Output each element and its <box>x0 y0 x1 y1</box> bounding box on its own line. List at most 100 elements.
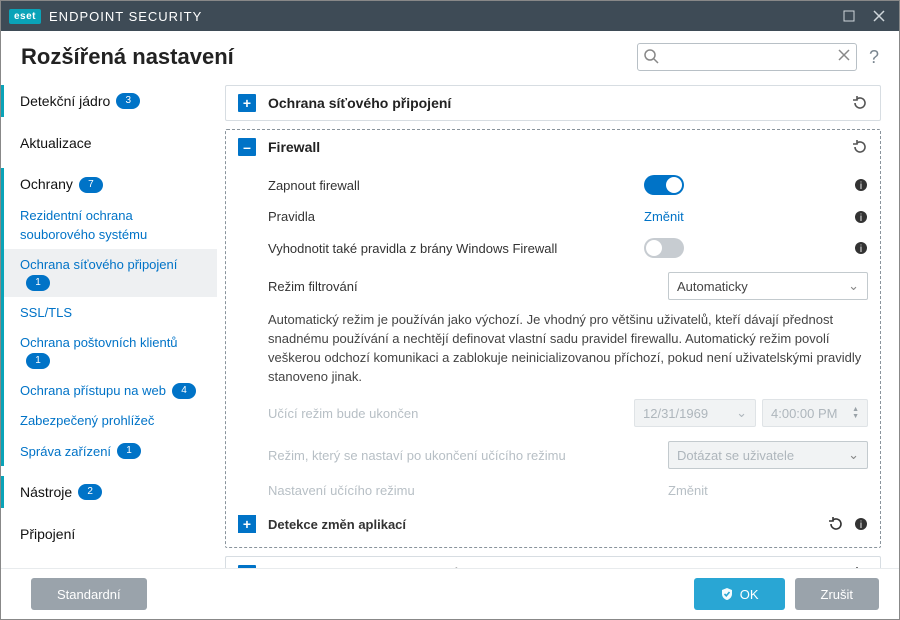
sidebar-item-label: Ochrana síťového připojení <box>20 257 177 272</box>
reset-icon[interactable] <box>852 566 868 568</box>
learning-end-time: 4:00:00 PM ▲▼ <box>762 399 868 427</box>
select-value: Automaticky <box>677 279 748 294</box>
label: Učící režim bude ukončen <box>268 406 634 421</box>
svg-text:i: i <box>860 213 862 224</box>
subpanel-title: Detekce změn aplikací <box>268 517 828 532</box>
learning-end-date: 12/31/1969 ⌄ <box>634 399 756 427</box>
cancel-button[interactable]: Zrušit <box>795 578 880 610</box>
collapse-icon: – <box>238 138 256 156</box>
panel-title: Ochrana proti síťovým útokům <box>268 566 842 568</box>
panel-header[interactable]: – Firewall <box>226 130 880 164</box>
spinner-icon: ▲▼ <box>852 406 859 420</box>
brand-logo: eset <box>9 9 41 24</box>
info-icon[interactable]: i <box>854 517 868 531</box>
panel-network-protection: + Ochrana síťového připojení <box>225 85 881 121</box>
panel-header[interactable]: + Ochrana síťového připojení <box>226 86 880 120</box>
sidebar-item-ssltls[interactable]: SSL/TLS <box>1 297 217 327</box>
filter-mode-description: Automatický režim je používán jako výcho… <box>268 307 868 392</box>
page-title: Rozšířená nastavení <box>21 44 637 70</box>
sidebar-item-mail[interactable]: Ochrana poštovních klientů 1 <box>1 327 217 375</box>
enable-firewall-toggle[interactable] <box>644 175 684 195</box>
search-box <box>637 43 857 71</box>
info-icon[interactable]: i <box>854 178 868 192</box>
sidebar: Detekční jádro 3 Aktualizace Ochrany 7 Rezide… <box>1 81 221 568</box>
row-windows-firewall-rules: Vyhodnotit také pravidla z brány Windows… <box>268 231 868 265</box>
chevron-down-icon: ⌄ <box>848 278 859 294</box>
sidebar-item-rfs[interactable]: Rezidentní ochrana souborového systému <box>1 200 217 249</box>
row-enable-firewall: Zapnout firewall i <box>268 168 868 202</box>
sidebar-item-protections[interactable]: Ochrany 7 <box>1 168 217 200</box>
badge: 4 <box>172 383 196 399</box>
panel-header[interactable]: + Ochrana proti síťovým útokům <box>226 557 880 568</box>
sidebar-item-label: Nástroje <box>20 484 72 500</box>
main: + Ochrana síťového připojení – Firewall <box>221 81 899 568</box>
sidebar-item-updates[interactable]: Aktualizace <box>1 127 217 159</box>
reset-icon[interactable] <box>852 139 868 155</box>
sidebar-item-web[interactable]: Ochrana přístupu na web4 <box>1 375 217 405</box>
sidebar-item-tools[interactable]: Nástroje 2 <box>1 476 217 508</box>
titlebar: eset ENDPOINT SECURITY <box>1 1 899 31</box>
badge: 7 <box>79 177 103 193</box>
sidebar-item-label: Detekční jádro <box>20 93 110 109</box>
sidebar-item-label: Ochrany <box>20 176 73 192</box>
row-post-learning-mode: Režim, který se nastaví po ukončení učíc… <box>268 434 868 476</box>
svg-text:i: i <box>860 520 862 531</box>
reset-icon[interactable] <box>852 95 868 111</box>
expand-icon: + <box>238 565 256 568</box>
badge: 1 <box>26 353 50 369</box>
sidebar-item-conn[interactable]: Připojení <box>1 518 217 550</box>
sidebar-item-netconn[interactable]: Ochrana síťového připojení 1 <box>1 249 217 297</box>
rules-edit-link[interactable]: Změnit <box>644 209 684 224</box>
sidebar-item-browser[interactable]: Zabezpečený prohlížeč <box>1 405 217 435</box>
panel-title: Ochrana síťového připojení <box>268 95 842 111</box>
badge: 1 <box>26 275 50 291</box>
badge: 2 <box>78 484 102 500</box>
label: Režim, který se nastaví po ukončení učíc… <box>268 448 668 463</box>
label: Nastavení učícího režimu <box>268 483 668 498</box>
expand-icon: + <box>238 94 256 112</box>
badge: 1 <box>117 443 141 459</box>
window-close-icon[interactable] <box>867 4 891 28</box>
row-learning-settings: Nastavení učícího režimu Změnit <box>268 476 868 505</box>
label: Pravidla <box>268 209 644 224</box>
info-icon[interactable]: i <box>854 210 868 224</box>
badge: 3 <box>116 93 140 109</box>
window-maximize-icon[interactable] <box>837 4 861 28</box>
footer: Standardní OK Zrušit <box>1 568 899 619</box>
main-scroll[interactable]: + Ochrana síťového připojení – Firewall <box>221 81 899 568</box>
row-rules: Pravidla Změnit i <box>268 202 868 231</box>
subpanel-app-change-detection[interactable]: + Detekce změn aplikací i <box>238 505 868 537</box>
reset-icon[interactable] <box>828 516 844 532</box>
panel-firewall: – Firewall Zapnout firewall i <box>225 129 881 548</box>
panel-title: Firewall <box>268 139 842 155</box>
ok-button[interactable]: OK <box>694 578 785 610</box>
chevron-down-icon: ⌄ <box>848 447 859 463</box>
row-learning-end: Učící režim bude ukončen 12/31/1969 ⌄ 4:… <box>268 392 868 434</box>
info-icon[interactable]: i <box>854 241 868 255</box>
sidebar-item-label: Připojení <box>20 526 75 542</box>
sidebar-item-label: Správa zařízení <box>20 443 111 458</box>
help-icon[interactable]: ? <box>869 47 879 68</box>
search-icon <box>643 48 659 64</box>
shield-check-icon <box>720 587 734 601</box>
sidebar-item-detection[interactable]: Detekční jádro 3 <box>1 85 217 117</box>
svg-text:i: i <box>860 181 862 192</box>
sidebar-item-ui[interactable]: Uživatelské rozhraní <box>1 559 217 568</box>
sidebar-item-label: Aktualizace <box>20 135 92 151</box>
row-filter-mode: Režim filtrování Automaticky ⌄ <box>268 265 868 307</box>
default-button[interactable]: Standardní <box>31 578 147 610</box>
post-learning-mode-select: Dotázat se uživatele ⌄ <box>668 441 868 469</box>
panel-network-attacks: + Ochrana proti síťovým útokům <box>225 556 881 568</box>
windows-firewall-toggle[interactable] <box>644 238 684 258</box>
sidebar-item-label: SSL/TLS <box>20 305 72 320</box>
filter-mode-select[interactable]: Automaticky ⌄ <box>668 272 868 300</box>
label: Vyhodnotit také pravidla z brány Windows… <box>268 241 644 256</box>
brand-title: ENDPOINT SECURITY <box>49 9 202 24</box>
sidebar-item-device[interactable]: Správa zařízení 1 <box>1 436 217 466</box>
learning-settings-link: Změnit <box>668 483 708 498</box>
search-clear-icon[interactable] <box>837 48 851 62</box>
sidebar-item-label: Ochrana poštovních klientů <box>20 335 178 350</box>
search-input[interactable] <box>637 43 857 71</box>
chevron-down-icon: ⌄ <box>736 405 747 421</box>
expand-icon: + <box>238 515 256 533</box>
